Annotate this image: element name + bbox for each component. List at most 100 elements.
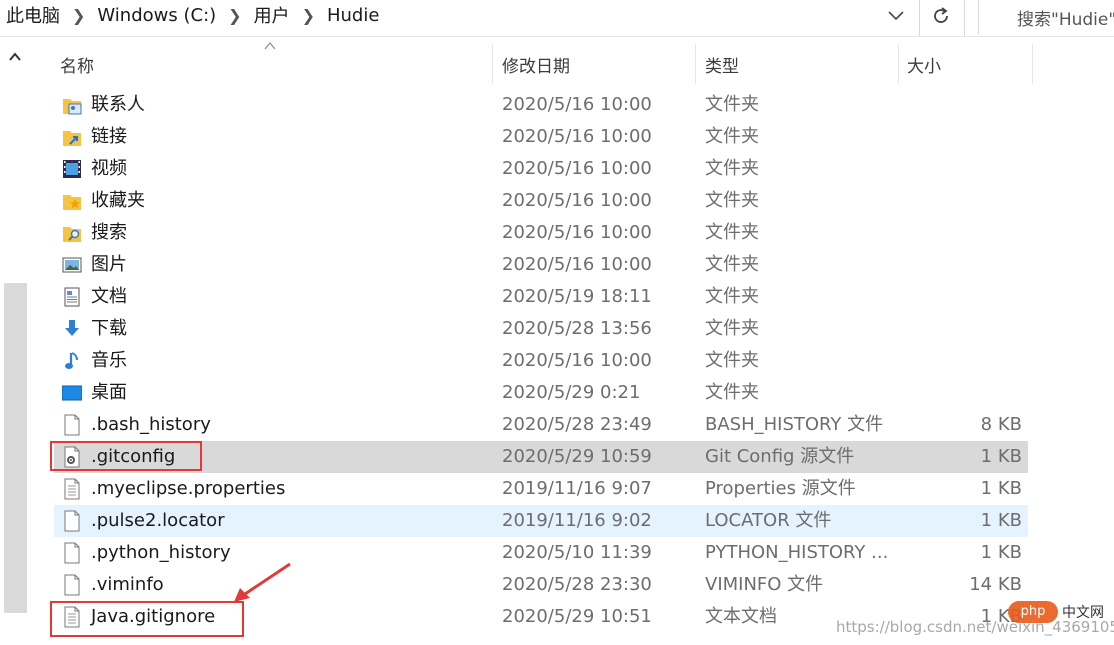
file-row[interactable]: 下载 2020/5/28 13:56 文件夹 [54,313,1028,345]
file-name: 链接 [91,126,127,147]
downloads-folder-icon [62,318,82,340]
file-size: 1 KB [980,542,1022,563]
chevron-right-icon[interactable]: ❯ [72,6,85,25]
file-type: PYTHON_HISTORY ... [705,542,889,563]
file-icon [62,574,82,596]
favorites-folder-icon [62,190,82,212]
column-divider[interactable] [492,44,493,84]
chevron-right-icon[interactable]: ❯ [302,6,315,25]
file-date-modified: 2020/5/19 18:11 [502,286,652,307]
column-divider[interactable] [695,44,696,84]
file-name: .pulse2.locator [91,510,225,531]
breadcrumb-this-pc[interactable]: 此电脑 [6,2,60,28]
breadcrumb-users[interactable]: 用户 [254,2,290,28]
file-name: .myeclipse.properties [91,478,286,499]
file-type: 文件夹 [705,318,759,339]
file-name: 桌面 [91,382,127,403]
file-row[interactable]: .pulse2.locator 2019/11/16 9:02 LOCATOR 文件… [54,505,1028,537]
file-row[interactable]: 收藏夹 2020/5/16 10:00 文件夹 [54,185,1028,217]
file-date-modified: 2020/5/16 10:00 [502,126,652,147]
file-row[interactable]: 视频 2020/5/16 10:00 文件夹 [54,153,1028,185]
file-size: 1 KB [980,478,1022,499]
file-row[interactable]: 桌面 2020/5/29 0:21 文件夹 [54,377,1028,409]
file-type: LOCATOR 文件 [705,510,832,531]
file-row[interactable]: 搜索 2020/5/16 10:00 文件夹 [54,217,1028,249]
file-row[interactable]: 链接 2020/5/16 10:00 文件夹 [54,121,1028,153]
file-icon [62,414,82,436]
scrollbar-thumb[interactable] [4,283,27,613]
file-type: 文件夹 [705,126,759,147]
file-name: 文档 [91,286,127,307]
file-icon [62,510,82,532]
file-type: 文件夹 [705,222,759,243]
file-type: 文件夹 [705,94,759,115]
documents-folder-icon [62,286,82,308]
file-size: 8 KB [980,414,1022,435]
file-name: .bash_history [91,414,211,435]
videos-folder-icon [62,158,82,180]
contacts-folder-icon [62,94,82,116]
file-type: 文件夹 [705,254,759,275]
breadcrumb-hudie[interactable]: Hudie [327,5,379,26]
file-row[interactable]: 音乐 2020/5/16 10:00 文件夹 [54,345,1028,377]
file-date-modified: 2020/5/29 0:21 [502,382,641,403]
file-type: 文件夹 [705,350,759,371]
file-date-modified: 2020/5/29 10:51 [502,606,652,627]
searches-folder-icon [62,222,82,244]
breadcrumb-windows-c[interactable]: Windows (C:) [97,5,216,26]
search-box[interactable]: 搜索"Hudie" [978,0,1114,34]
file-name: 下载 [91,318,127,339]
file-name: 联系人 [91,94,145,115]
header-date[interactable]: 修改日期 [502,44,692,84]
file-name: 视频 [91,158,127,179]
text-file-icon [62,478,82,500]
music-folder-icon [62,350,82,372]
address-history-dropdown[interactable] [884,4,908,28]
refresh-icon [934,7,948,23]
file-date-modified: 2020/5/28 13:56 [502,318,652,339]
file-date-modified: 2020/5/16 10:00 [502,222,652,243]
divider [964,0,965,36]
file-type: 文件夹 [705,190,759,211]
file-name: 收藏夹 [91,190,145,211]
file-size: 14 KB [969,574,1022,595]
file-type: Properties 源文件 [705,478,856,499]
chevron-right-icon[interactable]: ❯ [228,6,241,25]
file-row[interactable]: .viminfo 2020/5/28 23:30 VIMINFO 文件 14 KB [54,569,1028,601]
address-bar: 此电脑 ❯ Windows (C:) ❯ 用户 ❯ Hudie 搜索"Hudie… [0,0,1114,37]
file-type: 文本文档 [705,606,777,627]
highlight-box-java-gitignore [50,601,244,637]
file-date-modified: 2020/5/29 10:59 [502,446,652,467]
column-divider[interactable] [1032,44,1033,84]
file-type: BASH_HISTORY 文件 [705,414,884,435]
desktop-folder-icon [61,382,83,404]
file-row[interactable]: .myeclipse.properties 2019/11/16 9:07 Prop… [54,473,1028,505]
file-name: 图片 [91,254,127,275]
file-type: 文件夹 [705,382,759,403]
file-row[interactable]: 图片 2020/5/16 10:00 文件夹 [54,249,1028,281]
breadcrumb: 此电脑 ❯ Windows (C:) ❯ 用户 ❯ Hudie [6,0,379,30]
file-date-modified: 2020/5/10 11:39 [502,542,652,563]
header-size[interactable]: 大小 [907,44,1027,84]
links-folder-icon [62,126,82,148]
file-name: 搜索 [91,222,127,243]
file-date-modified: 2020/5/16 10:00 [502,190,652,211]
file-type: 文件夹 [705,286,759,307]
file-date-modified: 2020/5/16 10:00 [502,350,652,371]
annotation-arrow-icon [234,562,291,602]
scroll-up-arrow-icon[interactable] [8,50,22,64]
file-row[interactable]: .bash_history 2020/5/28 23:49 BASH_HISTORY… [54,409,1028,441]
file-row[interactable]: 文档 2020/5/19 18:11 文件夹 [54,281,1028,313]
file-type: VIMINFO 文件 [705,574,824,595]
refresh-button[interactable] [926,2,956,30]
header-type[interactable]: 类型 [705,44,895,84]
file-row[interactable]: 联系人 2020/5/16 10:00 文件夹 [54,89,1028,121]
vertical-scrollbar[interactable] [0,40,30,645]
file-row[interactable]: .python_history 2020/5/10 11:39 PYTHON_HIS… [54,537,1028,569]
pictures-folder-icon [62,254,82,276]
file-size: 1 KB [980,510,1022,531]
file-size: 1 KB [980,446,1022,467]
column-divider[interactable] [898,44,899,84]
header-name[interactable]: 名称 [60,44,490,84]
search-input[interactable]: 搜索"Hudie" [1017,5,1114,30]
